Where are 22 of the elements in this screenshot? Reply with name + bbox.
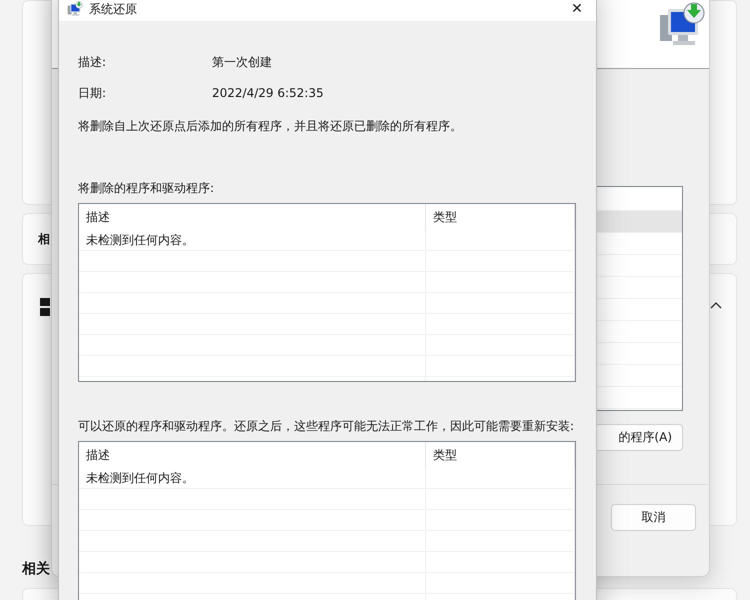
note-text: 将删除自上次还原点后添加的所有程序，并且将还原已删除的所有程序。 xyxy=(78,118,463,134)
card-label: 相 xyxy=(38,230,50,248)
column-header[interactable]: 类型 xyxy=(426,204,575,230)
field-value: 2022/4/29 6:52:35 xyxy=(212,85,324,101)
field-label: 描述: xyxy=(78,54,108,70)
close-button[interactable]: ✕ xyxy=(562,1,592,17)
apps-icon xyxy=(40,298,50,316)
column-header[interactable]: 描述 xyxy=(79,442,426,468)
field-value: 第一次创建 xyxy=(212,54,272,70)
table-cell: 未检测到任何内容。 xyxy=(79,230,426,250)
chevron-up-icon[interactable] xyxy=(710,301,722,309)
window-title: 系统还原 xyxy=(89,1,138,17)
list-view[interactable]: 描述 类型 未检测到任何内容。 xyxy=(78,441,576,600)
column-header[interactable]: 类型 xyxy=(426,442,575,468)
column-header[interactable]: 描述 xyxy=(79,204,426,230)
section-heading: 相关 xyxy=(22,560,51,579)
cancel-button[interactable]: 取消 xyxy=(611,504,696,531)
table-cell: 未检测到任何内容。 xyxy=(79,468,426,488)
field-label: 日期: xyxy=(78,85,108,101)
list-view[interactable]: 描述 类型 未检测到任何内容。 xyxy=(78,203,576,382)
computer-restore-icon xyxy=(67,1,83,17)
list-caption: 将删除的程序和驱动程序: xyxy=(78,180,216,196)
